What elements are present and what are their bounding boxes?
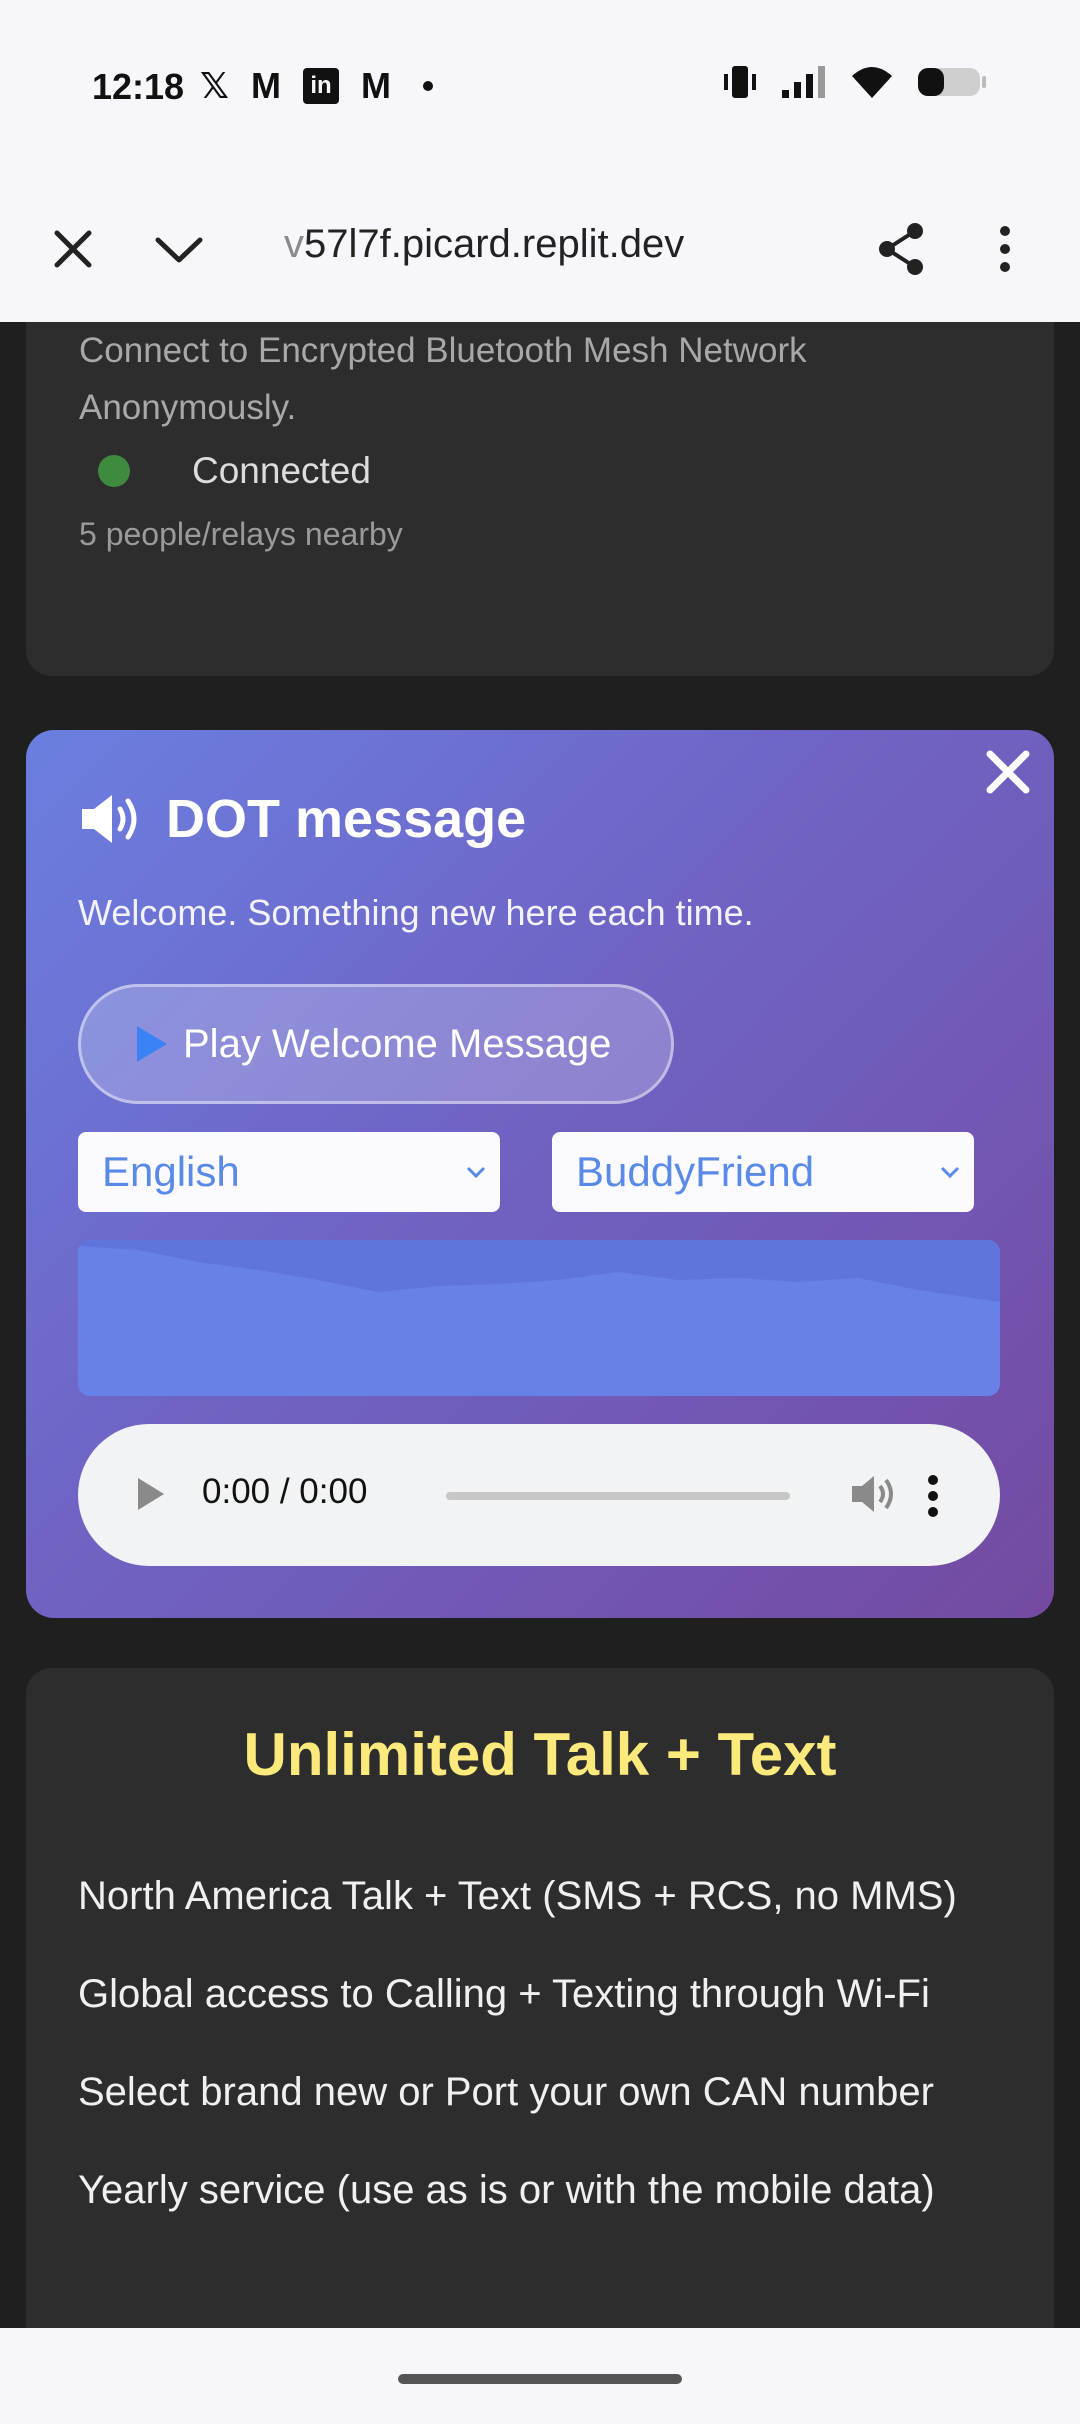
play-icon (137, 1026, 167, 1062)
share-button[interactable] (868, 216, 934, 282)
status-dot (98, 455, 130, 487)
x-icon: 𝕏 (200, 65, 230, 106)
gesture-nav-bar (0, 2328, 1080, 2424)
message-subtitle: Welcome. Something new here each time. (78, 892, 754, 933)
close-message-button[interactable] (980, 744, 1036, 800)
vibrate-icon (724, 66, 756, 98)
status-bar: 12:18 𝕏 M in M (0, 0, 1080, 176)
notification-icons: 𝕏 M in M (200, 64, 434, 108)
language-select[interactable]: English (78, 1132, 500, 1212)
url-prefix: v (284, 222, 304, 266)
voice-select-value: BuddyFriend (576, 1148, 815, 1195)
message-title: DOT message (78, 788, 526, 850)
plan-card: Unlimited Talk + Text North America Talk… (26, 1668, 1054, 2328)
linkedin-icon: in (303, 68, 340, 104)
more-notifications-dot (423, 81, 434, 91)
system-icons (722, 62, 988, 102)
waveform-graphic (78, 1240, 1000, 1302)
audio-more-icon[interactable] (926, 1474, 940, 1518)
wifi-icon (852, 67, 892, 98)
linkedin-icon-label: in (310, 72, 332, 99)
language-select-value: English (102, 1148, 240, 1195)
close-icon (986, 750, 1030, 794)
gmail-icon: M (361, 65, 392, 106)
audio-player: 0:00 / 0:00 (78, 1424, 1000, 1566)
plan-feature-item: Global access to Calling + Texting throu… (78, 1972, 930, 2016)
chevron-down-icon (940, 1166, 960, 1179)
volume-icon[interactable] (850, 1472, 896, 1516)
nearby-count: 5 people/relays nearby (79, 516, 403, 552)
speaker-icon (82, 795, 137, 843)
dot-message-card: DOT message Welcome. Something new here … (26, 730, 1054, 1618)
share-icon (879, 223, 923, 275)
chevron-down-icon (466, 1166, 486, 1179)
audio-time: 0:00 / 0:00 (202, 1472, 368, 1511)
voice-select[interactable]: BuddyFriend (552, 1132, 974, 1212)
browser-toolbar: v57l7f.picard.replit.dev (0, 176, 1080, 324)
bluetooth-description: Connect to Encrypted Bluetooth Mesh Netw… (79, 331, 807, 427)
connection-status: Connected (98, 450, 371, 492)
home-handle[interactable] (398, 2374, 682, 2384)
battery-icon (918, 68, 986, 96)
url-field[interactable]: v57l7f.picard.replit.dev (284, 222, 764, 267)
plan-feature-item: North America Talk + Text (SMS + RCS, no… (78, 1874, 957, 1918)
page-content: Connect to Encrypted Bluetooth Mesh Netw… (0, 322, 1080, 2328)
bluetooth-card: Connect to Encrypted Bluetooth Mesh Netw… (26, 322, 1054, 676)
audio-play-icon[interactable] (134, 1476, 168, 1512)
status-time: 12:18 (92, 66, 185, 107)
play-welcome-label: Play Welcome Message (183, 1021, 612, 1066)
signal-icon (782, 66, 825, 98)
plan-title: Unlimited Talk + Text (243, 1721, 837, 1788)
url-text: 57l7f.picard.replit.dev (304, 222, 685, 266)
chevron-down-icon (155, 237, 203, 263)
more-vert-icon (1000, 226, 1010, 272)
plan-feature-item: Yearly service (use as is or with the mo… (78, 2168, 935, 2212)
gmail-icon: M (251, 65, 282, 106)
audio-progress-track[interactable] (446, 1492, 790, 1500)
message-title-text: DOT message (166, 789, 527, 849)
more-options-button[interactable] (972, 216, 1038, 282)
minimize-button[interactable] (146, 216, 212, 282)
close-tab-button[interactable] (40, 216, 106, 282)
waveform-visualizer (78, 1240, 1000, 1396)
status-label: Connected (192, 450, 371, 491)
play-welcome-button[interactable]: Play Welcome Message (78, 984, 674, 1104)
plan-feature-item: Select brand new or Port your own CAN nu… (78, 2070, 934, 2114)
close-icon (54, 230, 92, 268)
